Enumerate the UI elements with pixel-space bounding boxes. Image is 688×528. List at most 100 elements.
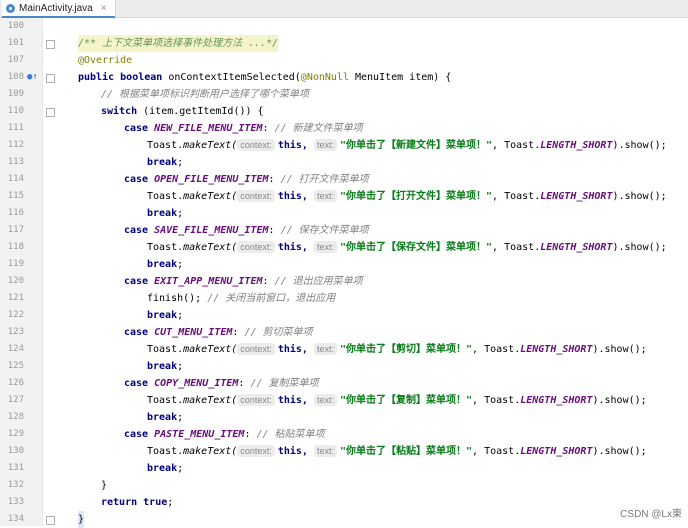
constant: LENGTH_SHORT bbox=[520, 395, 593, 406]
string-literal: "你单击了【复制】菜单项！" bbox=[340, 395, 473, 406]
line-number: 107 bbox=[7, 55, 24, 65]
case-cut: case CUT_MENU_ITEM: // 剪切菜单项 bbox=[124, 327, 313, 338]
line-number: 110 bbox=[7, 106, 24, 116]
maketext-call: makeText( bbox=[183, 140, 238, 151]
constant: LENGTH_SHORT bbox=[540, 191, 613, 202]
toast-class: Toast. bbox=[147, 344, 184, 355]
case-exit: case EXIT_APP_MENU_ITEM: // 退出应用菜单项 bbox=[124, 276, 363, 287]
code-line-115: 115 Toast.makeText(context: this, text: "你… bbox=[0, 188, 667, 205]
line-number: 129 bbox=[7, 429, 24, 439]
code-line-122: 122 break; bbox=[0, 307, 626, 324]
comment: // 打开文件菜单项 bbox=[280, 174, 369, 185]
comment: // 新建文件菜单项 bbox=[274, 123, 363, 134]
keyword-this: this, bbox=[277, 446, 308, 457]
line-number: 128 bbox=[7, 412, 24, 422]
line-number: 120 bbox=[7, 276, 24, 286]
keyword-break: break bbox=[147, 463, 178, 474]
code-line-123: 123 case CUT_MENU_ITEM: // 剪切菜单项 bbox=[0, 324, 626, 341]
fold-toggle-icon[interactable] bbox=[46, 108, 55, 117]
code-line-116: 116 break; bbox=[0, 205, 626, 222]
code-line-110: 110 switch (item.getItemId()) { bbox=[0, 103, 626, 120]
keyword-public: public bbox=[78, 72, 115, 83]
comment: // 保存文件菜单项 bbox=[280, 225, 369, 236]
code-line-134: 134 } bbox=[0, 511, 626, 528]
string-literal: "你单击了【保存文件】菜单项！" bbox=[340, 242, 493, 253]
line-number: 133 bbox=[7, 497, 24, 507]
override-gutter-icon[interactable]: ●↑ bbox=[27, 69, 38, 86]
constant: SAVE_FILE_MENU_ITEM bbox=[154, 225, 269, 236]
toast-statement: Toast.makeText(context: this, text: "你单击了【… bbox=[147, 137, 667, 154]
constant: LENGTH_SHORT bbox=[540, 140, 613, 151]
keyword-case: case bbox=[124, 276, 149, 287]
code-line-126: 126 case COPY_MENU_ITEM: // 复制菜单项 bbox=[0, 375, 626, 392]
toast-statement: Toast.makeText(context: this, text: "你单击了【… bbox=[147, 188, 667, 205]
close-tab-icon[interactable]: × bbox=[101, 3, 107, 14]
keyword-case: case bbox=[124, 378, 149, 389]
toast-class: Toast. bbox=[147, 191, 184, 202]
toast-ref: , Toast. bbox=[472, 395, 521, 406]
toast-ref: , Toast. bbox=[472, 344, 521, 355]
line-number: 126 bbox=[7, 378, 24, 388]
param-hint-context: context: bbox=[237, 241, 275, 253]
code-line-108: 108 ●↑ public boolean onContextItemSelec… bbox=[0, 69, 626, 86]
code-line-129: 129 case PASTE_MENU_ITEM: // 粘贴菜单项 bbox=[0, 426, 626, 443]
fold-toggle-icon[interactable] bbox=[46, 40, 55, 49]
method-close-brace: } bbox=[78, 511, 85, 528]
keyword-break: break bbox=[147, 208, 178, 219]
break-statement: break; bbox=[147, 463, 184, 474]
param-hint-context: context: bbox=[237, 445, 275, 457]
keyword-true: true bbox=[143, 497, 168, 508]
show-call: ).show(); bbox=[592, 344, 647, 355]
string-literal: "你单击了【打开文件】菜单项！" bbox=[340, 191, 493, 202]
constant: LENGTH_SHORT bbox=[540, 242, 613, 253]
keyword-case: case bbox=[124, 429, 149, 440]
line-number: 100 bbox=[7, 21, 24, 31]
keyword-this: this, bbox=[277, 140, 308, 151]
case-save: case SAVE_FILE_MENU_ITEM: // 保存文件菜单项 bbox=[124, 225, 369, 236]
method-name: onContextItemSelected( bbox=[162, 72, 301, 83]
case-open: case OPEN_FILE_MENU_ITEM: // 打开文件菜单项 bbox=[124, 174, 369, 185]
code-line-131: 131 break; bbox=[0, 460, 626, 477]
constant: OPEN_FILE_MENU_ITEM bbox=[154, 174, 269, 185]
toast-statement: Toast.makeText(context: this, text: "你单击了【… bbox=[147, 341, 647, 358]
code-line-109: 109 // 根据菜单项标识判断用户选择了哪个菜单项 bbox=[0, 86, 626, 103]
break-statement: break; bbox=[147, 310, 184, 321]
toast-ref: , Toast. bbox=[492, 140, 541, 151]
line-number: 130 bbox=[7, 446, 24, 456]
case-paste: case PASTE_MENU_ITEM: // 粘贴菜单项 bbox=[124, 429, 325, 440]
maketext-call: makeText( bbox=[183, 446, 238, 457]
string-literal: "你单击了【剪切】菜单项！" bbox=[340, 344, 473, 355]
break-statement: break; bbox=[147, 157, 184, 168]
line-number: 127 bbox=[7, 395, 24, 405]
string-literal: "你单击了【粘贴】菜单项！" bbox=[340, 446, 473, 457]
comment: // 关闭当前窗口，退出应用 bbox=[201, 293, 336, 304]
switch-statement: switch (item.getItemId()) { bbox=[101, 103, 264, 120]
line-number: 124 bbox=[7, 344, 24, 354]
code-line-124: 124 Toast.makeText(context: this, text: "你… bbox=[0, 341, 647, 358]
line-number: 116 bbox=[7, 208, 24, 218]
comment: // 根据菜单项标识判断用户选择了哪个菜单项 bbox=[101, 89, 310, 100]
override-annotation: @Override bbox=[78, 55, 133, 66]
param-hint-text: text: bbox=[313, 190, 337, 202]
param-hint-text: text: bbox=[313, 139, 337, 151]
code-line-101: 101 /** 上下文菜单项选择事件处理方法 ...*/ bbox=[0, 35, 626, 52]
param-hint-text: text: bbox=[313, 241, 337, 253]
code-line-113: 113 break; bbox=[0, 154, 626, 171]
keyword-boolean: boolean bbox=[120, 72, 163, 83]
toast-statement: Toast.makeText(context: this, text: "你单击了【… bbox=[147, 443, 647, 460]
fold-toggle-icon[interactable] bbox=[46, 74, 55, 83]
maketext-call: makeText( bbox=[183, 191, 238, 202]
line-number: 119 bbox=[7, 259, 24, 269]
line-number: 132 bbox=[7, 480, 24, 490]
line-number: 117 bbox=[7, 225, 24, 235]
keyword-case: case bbox=[124, 123, 149, 134]
code-line-114: 114 case OPEN_FILE_MENU_ITEM: // 打开文件菜单项 bbox=[0, 171, 626, 188]
tab-mainactivity[interactable]: MainActivity.java × bbox=[2, 0, 116, 18]
fold-toggle-icon[interactable] bbox=[46, 516, 55, 525]
maketext-call: makeText( bbox=[183, 344, 238, 355]
folded-javadoc[interactable]: /** 上下文菜单项选择事件处理方法 ...*/ bbox=[78, 35, 279, 52]
keyword-break: break bbox=[147, 361, 178, 372]
break-statement: break; bbox=[147, 412, 184, 423]
editor-tab-bar: MainActivity.java × bbox=[0, 0, 688, 18]
line-number: 134 bbox=[7, 514, 24, 524]
